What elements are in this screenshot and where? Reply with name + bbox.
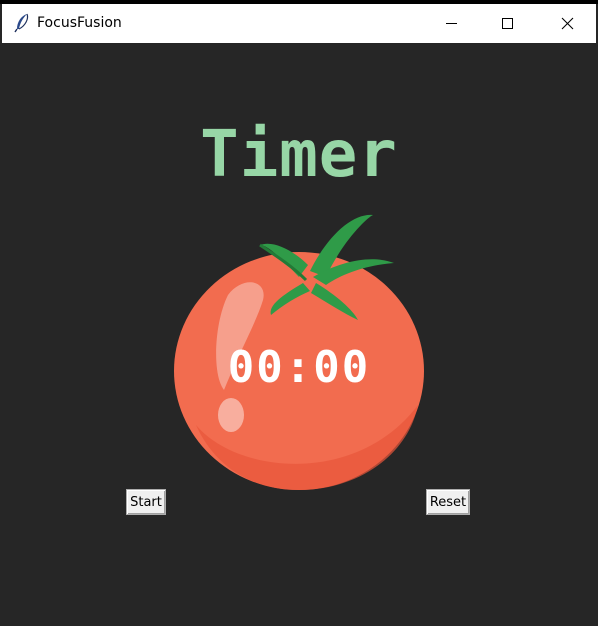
minimize-button[interactable] [428, 4, 474, 43]
reset-button[interactable]: Reset [426, 489, 470, 515]
start-button[interactable]: Start [126, 489, 166, 515]
window-title: FocusFusion [37, 15, 122, 31]
feather-icon [13, 13, 31, 33]
maximize-button[interactable] [485, 4, 531, 43]
main-canvas: Timer 00:00 Start Reset [2, 43, 596, 626]
time-display: 00:00 [227, 342, 371, 393]
minimize-icon [446, 23, 457, 24]
timer-heading: Timer [200, 118, 398, 192]
close-icon [561, 17, 574, 30]
maximize-icon [502, 18, 513, 29]
title-bar[interactable]: FocusFusion [2, 4, 596, 43]
app-window: FocusFusion Timer 00:00 Start Reset [0, 0, 598, 626]
close-button[interactable] [544, 4, 590, 43]
